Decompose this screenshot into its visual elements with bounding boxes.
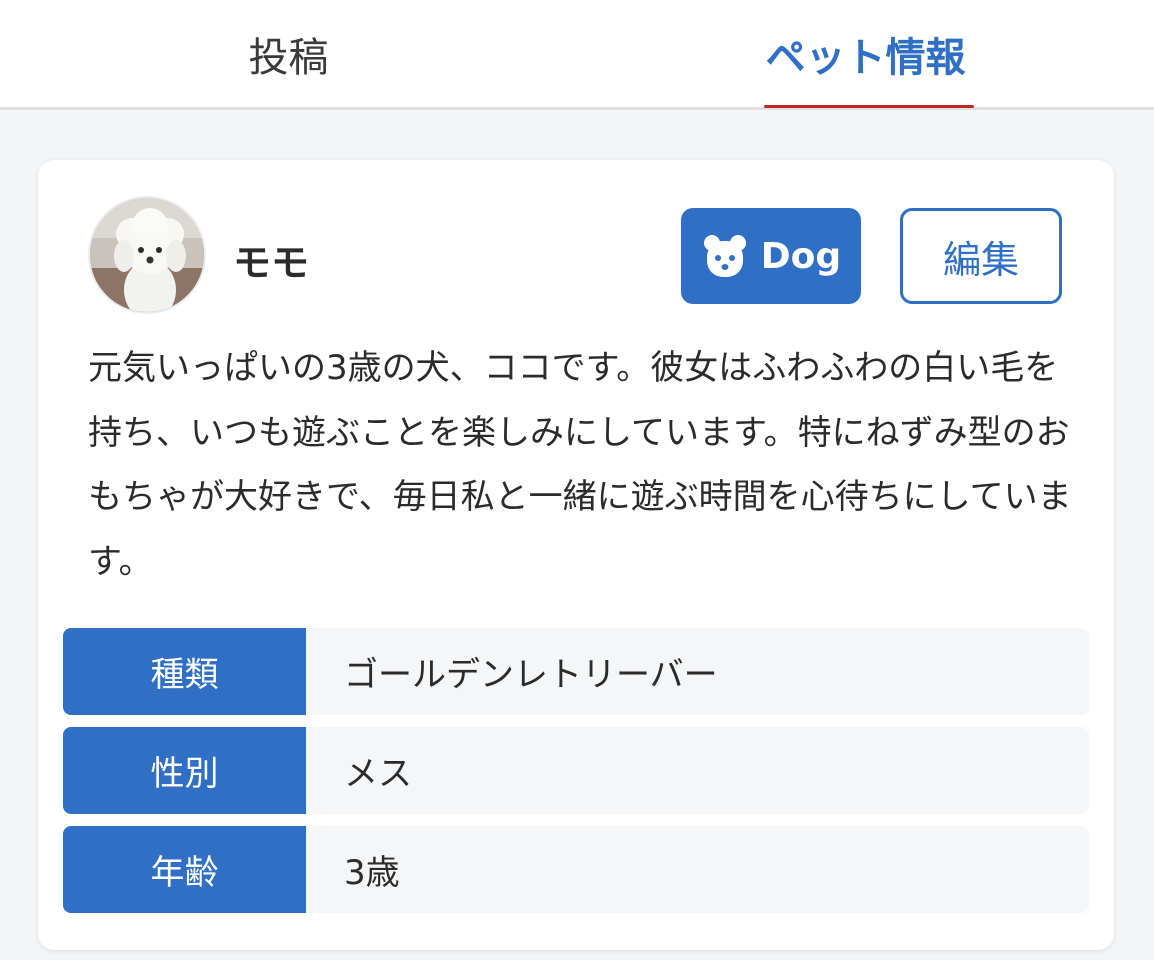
- species-badge: Dog: [681, 208, 861, 304]
- info-value: 3歳: [306, 826, 1089, 913]
- tab-bar: 投稿 ペット情報: [0, 0, 1154, 110]
- active-tab-indicator: [764, 105, 974, 108]
- edit-button[interactable]: 編集: [900, 208, 1062, 304]
- info-label: 性別: [63, 727, 306, 814]
- info-label: 種類: [63, 628, 306, 715]
- pet-photo: [90, 198, 204, 312]
- dog-face-icon: [703, 235, 746, 277]
- tab-posts[interactable]: 投稿: [0, 0, 577, 107]
- pet-description: 元気いっぱいの3歳の犬、ココです。彼女はふわふわの白い毛を持ち、いつも遊ぶことを…: [88, 348, 1072, 582]
- info-row-breed: 種類 ゴールデンレトリーバー: [63, 628, 1089, 715]
- pet-name: モモ: [233, 241, 310, 285]
- info-row-age: 年齢 3歳: [63, 826, 1089, 913]
- info-row-sex: 性別 メス: [63, 727, 1089, 814]
- info-value: メス: [306, 727, 1089, 814]
- pet-avatar: [88, 196, 206, 314]
- tab-pet-info[interactable]: ペット情報: [577, 0, 1154, 107]
- info-label: 年齢: [63, 826, 306, 913]
- species-label: Dog: [760, 235, 842, 277]
- info-value: ゴールデンレトリーバー: [306, 628, 1089, 715]
- pet-info-card: モモ Dog 編集 元気いっぱいの3歳の犬、ココです。彼女はふわふわの白い毛を持…: [38, 160, 1114, 950]
